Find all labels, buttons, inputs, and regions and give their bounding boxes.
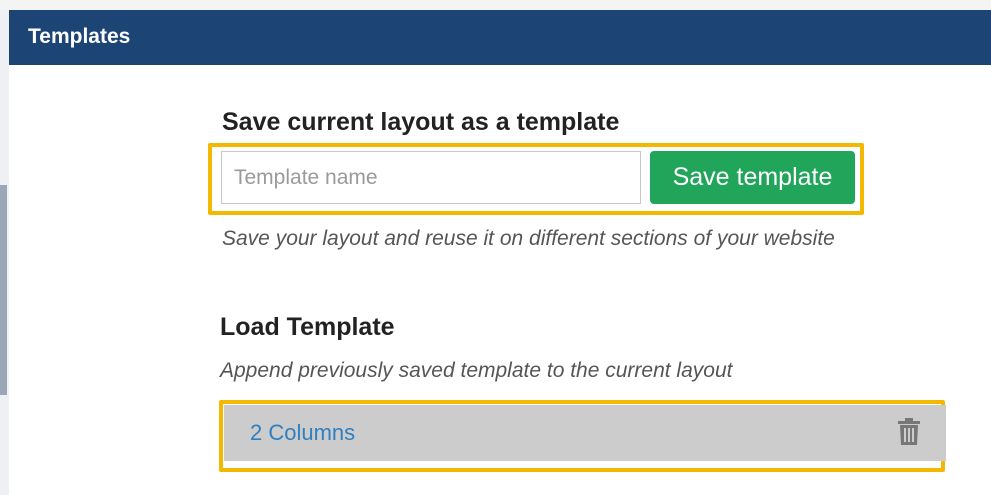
dialog-header: Templates <box>9 10 991 65</box>
background-panel <box>0 10 9 495</box>
trash-icon[interactable] <box>897 418 921 446</box>
save-section-hint: Save your layout and reuse it on differe… <box>222 227 835 250</box>
load-section-hint: Append previously saved template to the … <box>220 359 733 382</box>
background-scroll-bar <box>0 185 7 395</box>
template-list-item: 2 Columns <box>224 405 946 461</box>
save-template-button[interactable]: Save template <box>650 151 855 204</box>
load-section-title: Load Template <box>220 313 395 341</box>
background-strip <box>0 0 991 10</box>
templates-dialog: Templates Save current layout as a templ… <box>9 10 991 495</box>
save-section-title: Save current layout as a template <box>222 108 620 136</box>
template-load-link[interactable]: 2 Columns <box>250 420 355 446</box>
dialog-title: Templates <box>28 25 131 48</box>
template-name-input[interactable] <box>221 151 641 204</box>
